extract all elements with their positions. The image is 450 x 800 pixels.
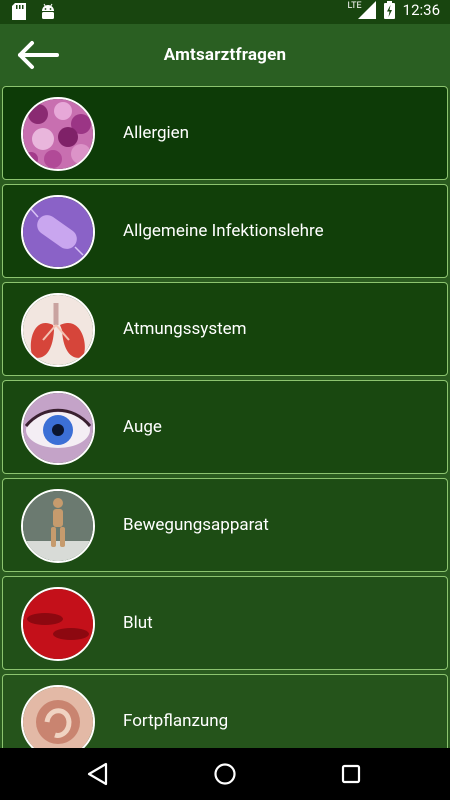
status-time: 12:36 [402, 1, 440, 19]
list-item-atmungssystem[interactable]: Atmungssystem [2, 282, 448, 376]
back-triangle-icon [87, 762, 108, 786]
nav-home-button[interactable] [211, 760, 239, 788]
list-item-label: Blut [123, 613, 153, 633]
page-title: Amtsarztfragen [163, 45, 287, 65]
fetus-image [21, 685, 95, 748]
list-item-blut[interactable]: Blut [2, 576, 448, 670]
red-blood-cells-image [21, 587, 95, 661]
status-right-icons: LTE 12:36 [348, 1, 440, 19]
list-item-allgemeine-infektionslehre[interactable]: Allgemeine Infektionslehre [2, 184, 448, 278]
android-icon [42, 3, 54, 19]
list-item-label: Allergien [123, 123, 190, 143]
navigation-bar [0, 748, 450, 800]
category-list[interactable]: Allergien Allgemeine Infektionslehre Atm… [0, 86, 450, 748]
list-item-label: Atmungssystem [123, 319, 247, 339]
list-item-fortpflanzung[interactable]: Fortpflanzung [2, 674, 448, 748]
list-item-label: Allgemeine Infektionslehre [123, 221, 324, 241]
bacterium-image [21, 195, 95, 269]
eye-image [21, 391, 95, 465]
battery-icon [383, 1, 395, 19]
network-type-label: LTE [347, 1, 362, 11]
list-item-bewegungsapparat[interactable]: Bewegungsapparat [2, 478, 448, 572]
home-circle-icon [214, 763, 236, 785]
app-bar: Amtsarztfragen [0, 24, 450, 86]
pollen-image [21, 97, 95, 171]
recents-square-icon [341, 764, 361, 784]
status-bar: LTE 12:36 [0, 0, 450, 24]
lungs-image [21, 293, 95, 367]
list-item-label: Fortpflanzung [123, 711, 229, 731]
list-item-allergien[interactable]: Allergien [2, 86, 448, 180]
list-item-label: Auge [123, 417, 162, 437]
wooden-figure-image [21, 489, 95, 563]
sd-card-icon [12, 3, 26, 20]
list-item-auge[interactable]: Auge [2, 380, 448, 474]
list-item-label: Bewegungsapparat [123, 515, 269, 535]
status-left-icons [12, 3, 56, 20]
nav-recents-button[interactable] [337, 760, 365, 788]
nav-back-button[interactable] [84, 760, 112, 788]
